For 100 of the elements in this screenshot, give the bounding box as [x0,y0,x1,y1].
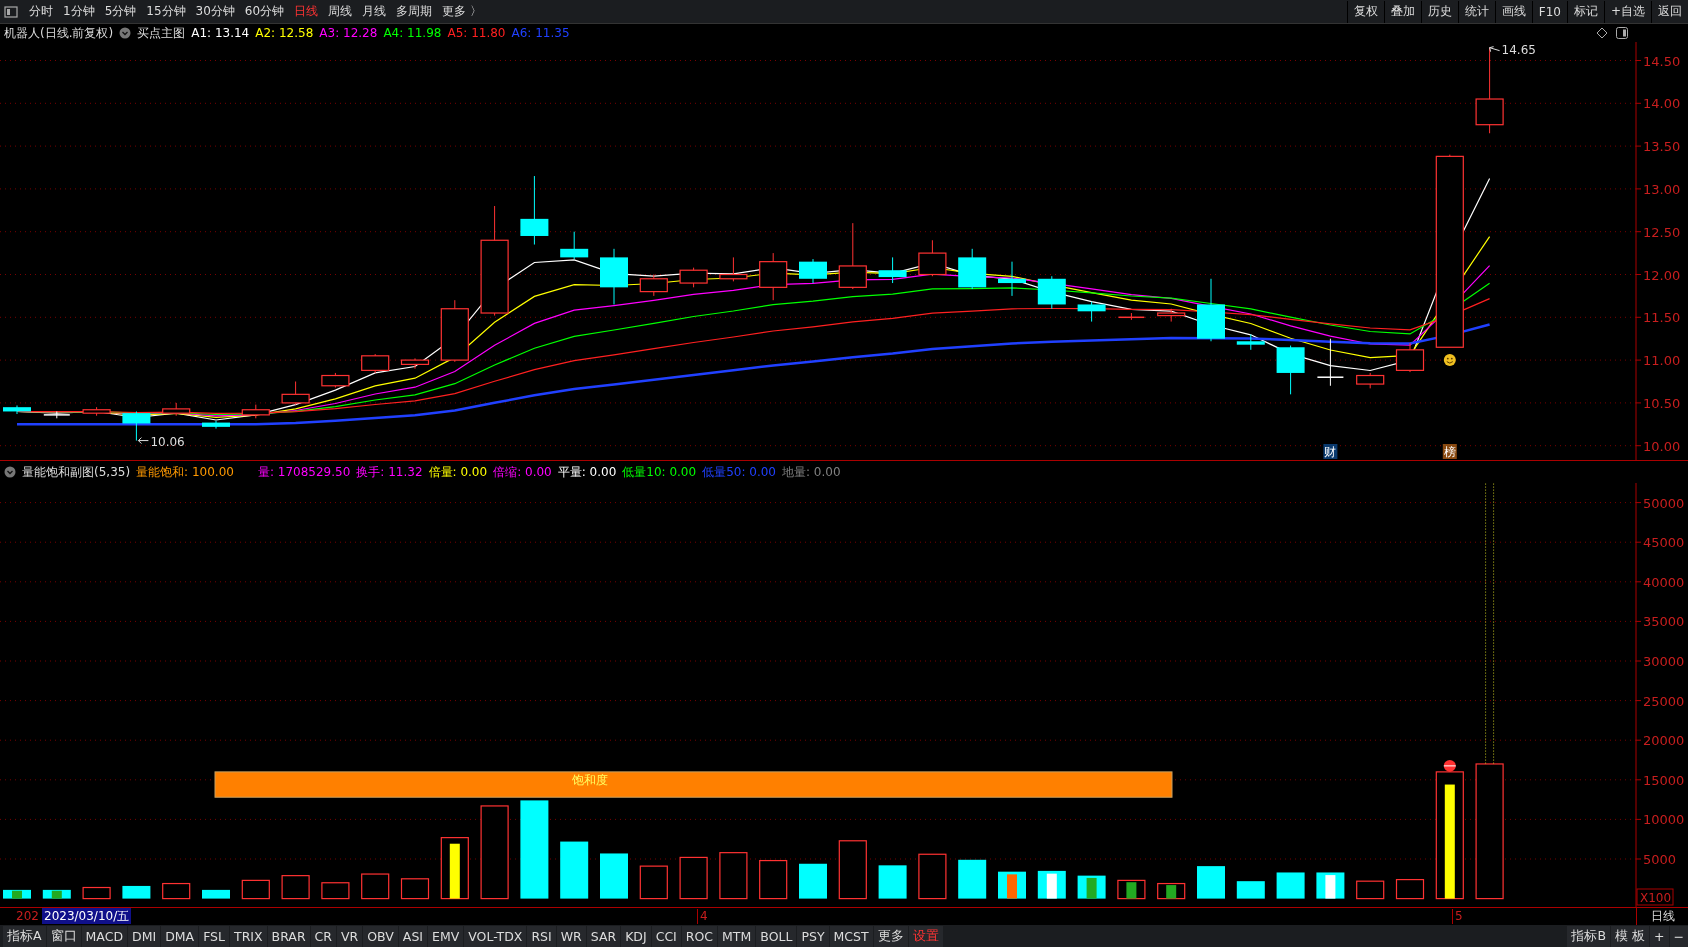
period-tab[interactable]: 月线 [357,0,392,23]
volume-bar [679,856,708,900]
indicator-tab[interactable]: WR [556,926,586,947]
indicator-value: 低量10: 0.00 [622,463,697,481]
dropdown-icon[interactable] [4,466,16,478]
panel-button[interactable]: 指标B [1567,926,1611,947]
period-tab[interactable]: 1分钟 [58,0,100,23]
period-tab[interactable]: 多周期 [391,0,438,23]
candlestick [1197,278,1225,342]
indicator-tab[interactable]: TRIX [230,926,267,947]
indicator-tab[interactable]: MTM [718,926,756,947]
indicator-tab[interactable]: MCST [829,926,873,947]
volume-bar [600,853,628,899]
indicator-tab[interactable]: KDJ [621,926,651,947]
period-tab[interactable]: 周线 [323,0,358,23]
candlestick [1037,275,1066,310]
panel-button[interactable]: 模 板 [1611,926,1650,947]
indicator-tab[interactable]: 指标A [3,926,46,947]
settings-tab[interactable]: 设置 [908,926,943,947]
stock-title: 机器人(日线.前复权) [4,24,114,42]
indicator-value: A6: 11.35 [511,26,570,40]
period-tab[interactable]: 日线 [289,0,324,23]
volume-bar [400,878,430,900]
indicator-tab[interactable]: RSI [527,926,556,947]
candlestick [1276,345,1305,395]
indicator-value: 换手: 11.32 [356,463,423,481]
volume-bar [560,841,589,899]
event-badge[interactable]: 榜 [1442,444,1457,459]
indicator-tab[interactable]: ROC [681,926,718,947]
volume-bar [1316,872,1345,899]
month-mark: 5 [1452,909,1463,924]
unit-label: X100 [1636,888,1674,906]
dropdown-icon[interactable] [119,27,132,39]
period-tab[interactable]: 15分钟 [141,0,191,23]
indicator-value: A3: 12.28 [319,26,378,40]
volume-bar [639,865,668,900]
axis-label: 12.00 [1643,267,1681,283]
period-tab[interactable]: 分时 [24,0,58,23]
axis-label: 13.50 [1643,139,1681,155]
window-icon[interactable] [4,5,18,18]
indicator-tab[interactable]: 窗口 [46,926,81,947]
indicator-tab[interactable]: VR [337,926,363,947]
volume-bar [838,840,867,900]
indicator-tab[interactable]: FSL [199,926,229,947]
axis-label: 45000 [1643,535,1685,551]
indicator-tab[interactable]: BOLL [756,926,797,947]
indicator-tab[interactable]: DMI [128,926,161,947]
axis-label: 14.50 [1643,53,1681,69]
indicator-tab[interactable]: CCI [651,926,681,947]
indicator-tab[interactable]: OBV [363,926,398,947]
candlestick [1236,333,1265,351]
axis-label: 11.50 [1643,310,1681,326]
indicator-name: 量能饱和副图(5,35) [22,463,131,481]
event-badge[interactable]: 财 [1323,444,1338,459]
period-tab[interactable]: 更多 〉 [437,0,487,23]
period-tab[interactable]: 5分钟 [99,0,142,23]
volume-bar [1117,879,1146,900]
period-tab[interactable]: 60分钟 [239,0,290,23]
diamond-icon[interactable] [1596,27,1608,39]
indicator-value: 平量: 0.00 [557,463,617,481]
candlestick [759,252,788,301]
indicator-tab[interactable]: VOL-TDX [464,926,527,947]
axis-label: 15000 [1643,772,1685,788]
volume-bar [3,889,31,899]
indicator-tab[interactable]: ASI [398,926,428,947]
period-tab[interactable]: 30分钟 [190,0,240,23]
axis-label: 10000 [1643,812,1685,828]
indicator-tab[interactable]: BRAR [267,926,310,947]
candlestick [1117,312,1146,321]
indicator-name: 买点主图 [137,24,186,42]
candlestick [1157,308,1186,323]
indicator-tab[interactable]: 更多 [873,926,908,947]
axis-label: 20000 [1643,733,1685,749]
volume-bar [321,882,350,900]
axis-label: 12.50 [1643,224,1681,240]
candlestick [838,222,867,290]
panel-button[interactable]: + [1650,926,1669,947]
volume-bar [1197,866,1225,899]
volume-bar [440,837,469,900]
candlestick [3,404,31,415]
axis-label: 35000 [1643,614,1685,630]
volume-bar [719,852,748,900]
panel-button[interactable]: − [1669,926,1688,947]
indicator-tab[interactable]: PSY [797,926,829,947]
indicator-tab[interactable]: CR [310,926,336,947]
candlestick [1356,372,1385,389]
indicator-tab[interactable]: DMA [161,926,199,947]
indicator-tab[interactable]: SAR [586,926,621,947]
candlestick [679,267,708,288]
volume-bar [1276,872,1305,899]
indicator-tab[interactable]: EMV [428,926,464,947]
panel-icon[interactable] [1616,27,1628,39]
volume-bar [958,859,987,899]
indicator-value: A4: 11.98 [383,26,442,40]
candlestick [321,372,350,388]
candlestick [400,357,430,370]
candlestick [799,258,827,284]
indicator-tab[interactable]: MACD [81,926,128,947]
indicator-value: A1: 13.14 [191,26,250,40]
candlestick [1395,342,1425,373]
